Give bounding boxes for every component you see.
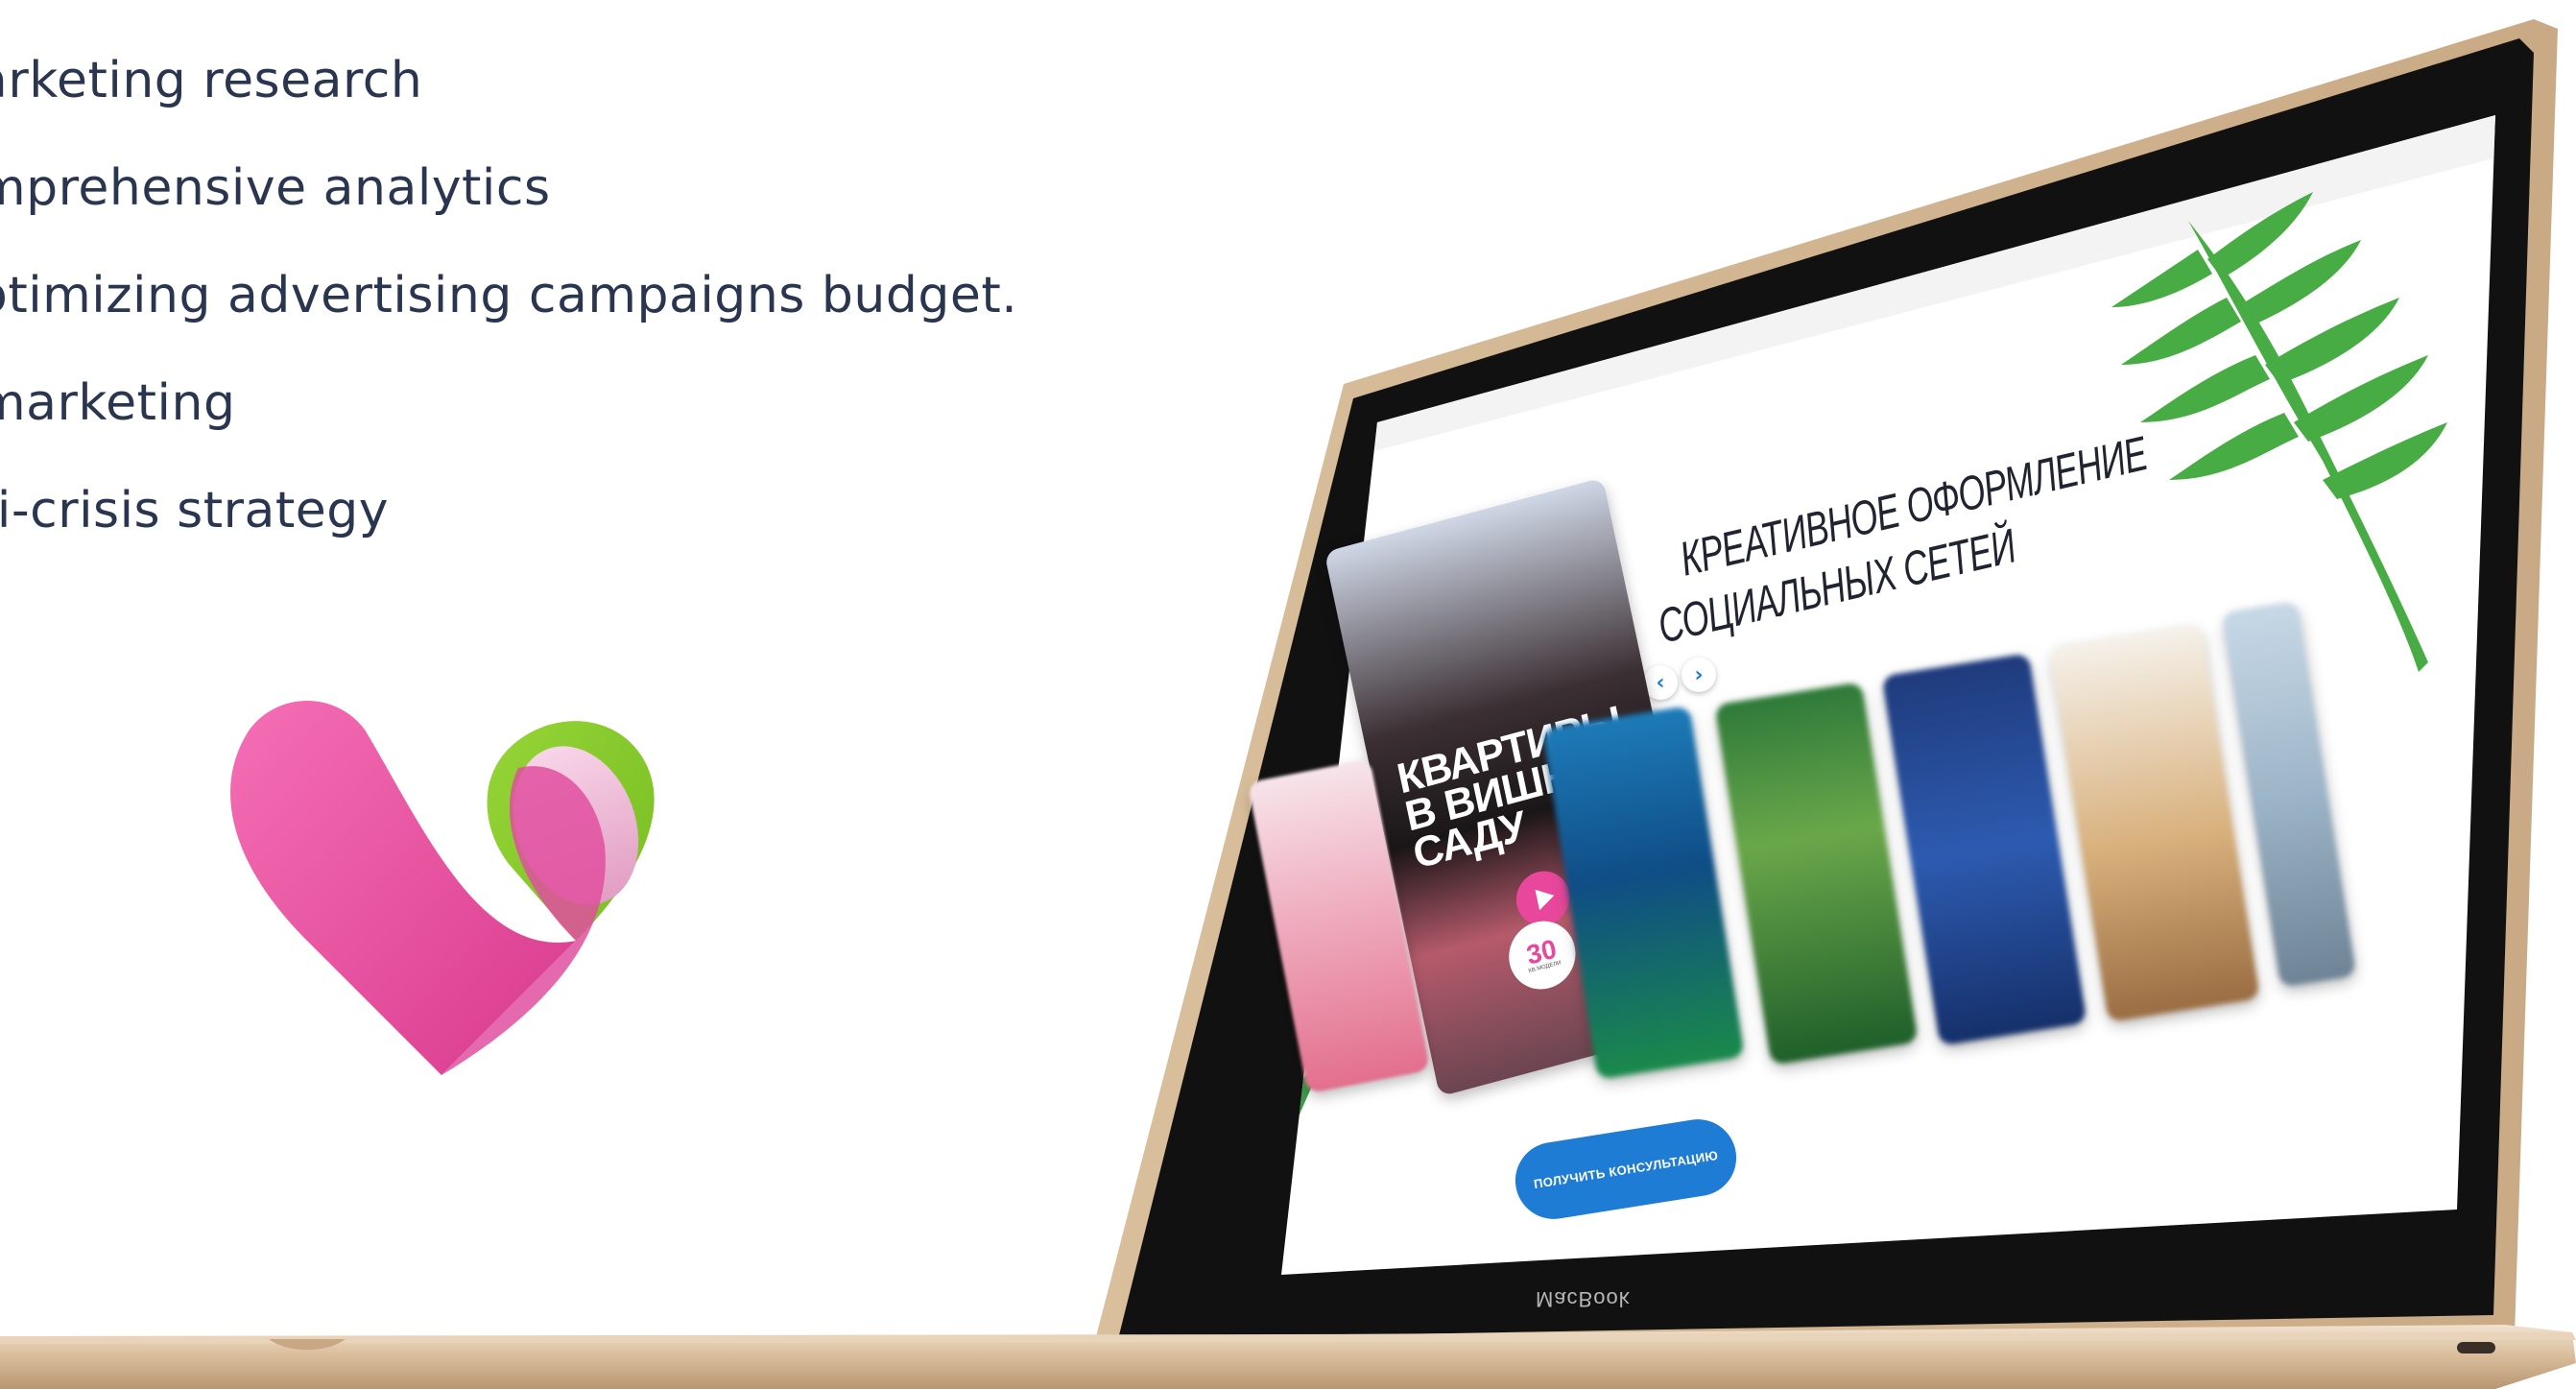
carousel-next-button[interactable]: › <box>1682 658 1716 692</box>
price-badge: 30 КВ.МОДЕЛИ <box>1502 913 1583 997</box>
laptop-brand-label: MacBook <box>1536 1287 1631 1311</box>
play-icon <box>1535 885 1557 911</box>
